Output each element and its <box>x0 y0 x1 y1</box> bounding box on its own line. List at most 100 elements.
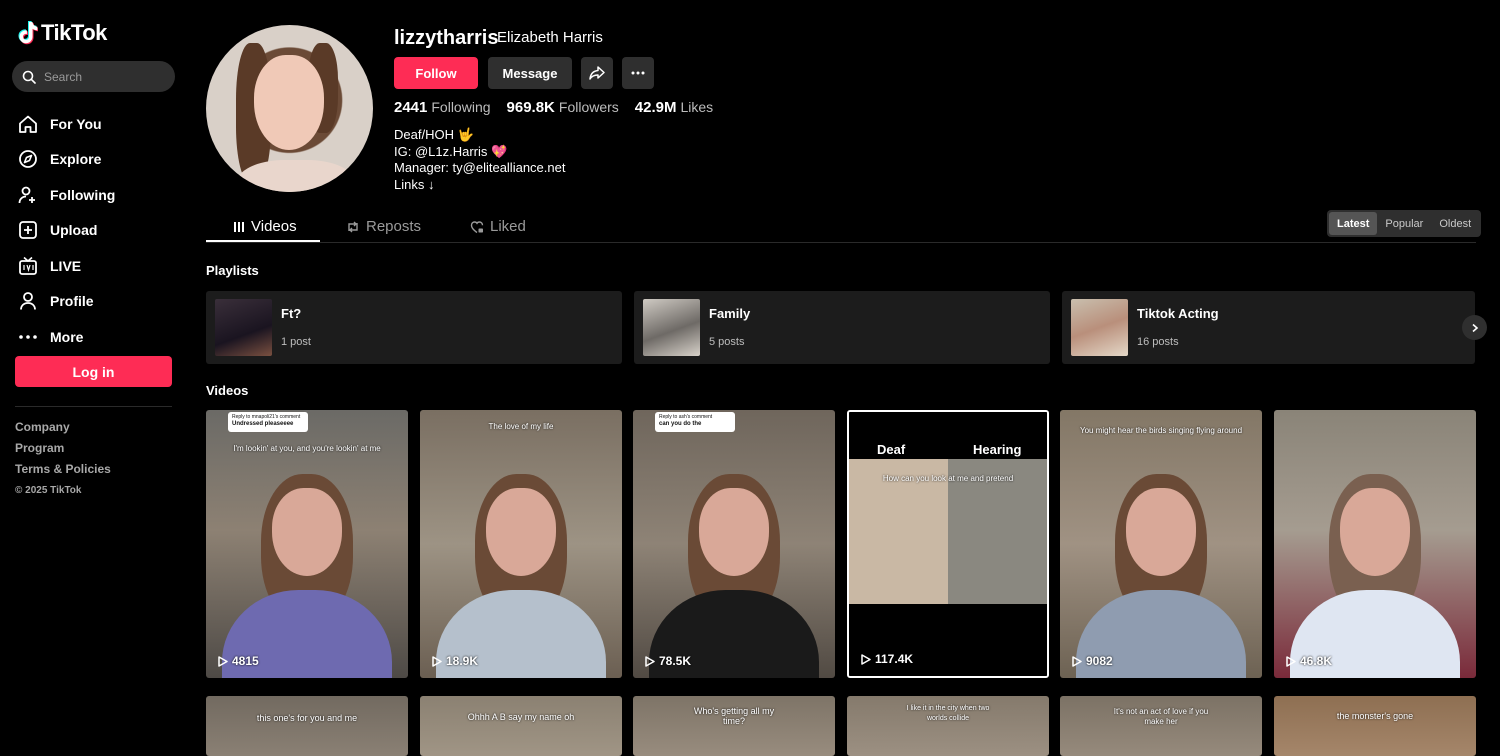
video-views: 18.9K <box>432 654 478 668</box>
playlist-card[interactable]: Ft? 1 post <box>206 291 622 364</box>
tab-liked[interactable]: Liked <box>470 210 526 243</box>
video-caption: I like it in the city when two worlds co… <box>906 705 990 722</box>
nav-item-more[interactable]: More <box>18 319 178 355</box>
copyright: © 2025 TikTok <box>15 485 82 496</box>
profile-username: lizzytharris <box>394 27 499 49</box>
sort-latest[interactable]: Latest <box>1329 212 1378 235</box>
playlist-thumbnail <box>215 299 272 356</box>
nav-item-profile[interactable]: Profile <box>18 284 178 320</box>
video-views: 4815 <box>218 654 259 668</box>
video-views: 78.5K <box>645 654 691 668</box>
play-icon <box>645 655 655 667</box>
tab-videos[interactable]: Videos <box>233 210 297 243</box>
search-box[interactable] <box>12 61 175 92</box>
tab-label: Videos <box>251 218 297 235</box>
footer-link-program[interactable]: Program <box>15 441 111 462</box>
footer-link-terms[interactable]: Terms & Policies <box>15 462 111 483</box>
video-caption: I'm lookin' at you, and you're lookin' a… <box>233 444 381 453</box>
dots-icon <box>18 327 38 347</box>
video-caption: the monster's gone <box>1336 711 1414 721</box>
logo-text: TikTok <box>41 20 107 45</box>
tab-label: Reposts <box>366 218 422 235</box>
video-card[interactable]: Reply to ash's comment can you do the 78.… <box>633 410 835 678</box>
video-caption: Ohhh A B say my name oh <box>467 712 575 722</box>
sidebar-divider <box>15 406 172 407</box>
split-label-left: Deaf <box>877 442 906 457</box>
split-footer <box>849 604 1047 676</box>
view-count: 46.8K <box>1300 654 1333 668</box>
playlist-card[interactable]: Family 5 posts <box>634 291 1050 364</box>
plus-square-icon <box>18 220 38 240</box>
playlists-next-button[interactable] <box>1462 315 1487 340</box>
video-caption: The love of my life <box>488 422 554 431</box>
nav-item-for-you[interactable]: For You <box>18 106 178 142</box>
sort-oldest[interactable]: Oldest <box>1431 212 1479 235</box>
video-card[interactable]: Who's getting all my time? <box>633 696 835 756</box>
nav-item-following[interactable]: Following <box>18 177 178 213</box>
person-plus-icon <box>18 185 38 205</box>
playlists-title: Playlists <box>206 263 259 278</box>
likes-label: Likes <box>680 99 714 115</box>
likes-count: 42.9M <box>634 99 677 116</box>
bio-links[interactable]: Links ↓ <box>394 177 565 194</box>
nav-item-explore[interactable]: Explore <box>18 142 178 178</box>
video-card[interactable]: Deaf Hearing How can you look at me and … <box>847 410 1049 678</box>
split-label-right: Hearing <box>973 442 1022 457</box>
followers-label: Followers <box>558 99 619 115</box>
view-count: 4815 <box>232 654 259 668</box>
playlist-count: 1 post <box>281 336 311 348</box>
tiktok-profile-page: TikTok For You Explore <box>0 0 1500 756</box>
reply-text: can you do the <box>659 421 702 427</box>
more-dots-icon <box>631 71 645 75</box>
active-tab-underline <box>206 240 320 242</box>
main-nav: For You Explore Following Upload LIVE Pr… <box>18 106 178 355</box>
video-card[interactable]: this one's for you and me <box>206 696 408 756</box>
sort-toggle: Latest Popular Oldest <box>1327 210 1482 237</box>
message-button[interactable]: Message <box>488 57 572 89</box>
nav-item-upload[interactable]: Upload <box>18 213 178 249</box>
heart-lock-icon <box>470 220 484 233</box>
video-card[interactable]: I like it in the city when two worlds co… <box>847 696 1049 756</box>
tab-reposts[interactable]: Reposts <box>346 210 421 243</box>
profile-stats: 2441 Following 969.8K Followers 42.9M Likes <box>394 99 713 116</box>
sort-popular[interactable]: Popular <box>1377 212 1431 235</box>
playlist-name: Family <box>709 306 751 321</box>
playlist-name: Ft? <box>281 306 302 321</box>
playlist-name: Tiktok Acting <box>1137 306 1219 321</box>
play-icon <box>1286 655 1296 667</box>
video-card[interactable]: It's not an act of love if you make her <box>1060 696 1262 756</box>
video-card[interactable]: Reply to mnapoli21's comment Undressed pl… <box>206 410 408 678</box>
reply-head: Reply to ash's comment <box>659 414 713 420</box>
nav-label: Explore <box>50 151 102 168</box>
follow-button[interactable]: Follow <box>394 57 478 89</box>
video-card[interactable]: You might hear the birds singing flying … <box>1060 410 1262 678</box>
view-count: 78.5K <box>659 654 692 668</box>
share-button[interactable] <box>581 57 613 89</box>
video-views: 46.8K <box>1286 654 1332 668</box>
login-button[interactable]: Log in <box>15 356 172 387</box>
video-caption: You might hear the birds singing flying … <box>1079 426 1243 435</box>
video-card[interactable]: The love of my life 18.9K <box>420 410 622 678</box>
video-caption: this one's for you and me <box>256 713 358 723</box>
search-input[interactable] <box>44 69 154 84</box>
play-icon <box>861 653 871 665</box>
following-count: 2441 <box>394 99 428 116</box>
stat-following[interactable]: 2441 Following <box>394 99 491 116</box>
tiktok-logo[interactable]: TikTok <box>18 20 107 46</box>
video-views: 117.4K <box>861 652 913 666</box>
tv-icon <box>18 256 38 276</box>
grid-icon <box>234 221 244 232</box>
video-caption: Who's getting all my time? <box>693 706 775 726</box>
more-options-button[interactable] <box>622 57 654 89</box>
playlist-card[interactable]: Tiktok Acting 16 posts <box>1062 291 1475 364</box>
video-caption: How can you look at me and pretend <box>882 474 1014 483</box>
video-card[interactable]: the monster's gone <box>1274 696 1476 756</box>
footer-link-company[interactable]: Company <box>15 420 111 441</box>
reply-sticker: Reply to ash's comment can you do the <box>655 412 735 432</box>
nav-item-live[interactable]: LIVE <box>18 248 178 284</box>
video-card[interactable]: 46.8K <box>1274 410 1476 678</box>
video-views: 9082 <box>1072 654 1113 668</box>
video-card[interactable]: Ohhh A B say my name oh <box>420 696 622 756</box>
home-icon <box>18 114 38 134</box>
stat-followers[interactable]: 969.8K Followers <box>507 99 619 116</box>
